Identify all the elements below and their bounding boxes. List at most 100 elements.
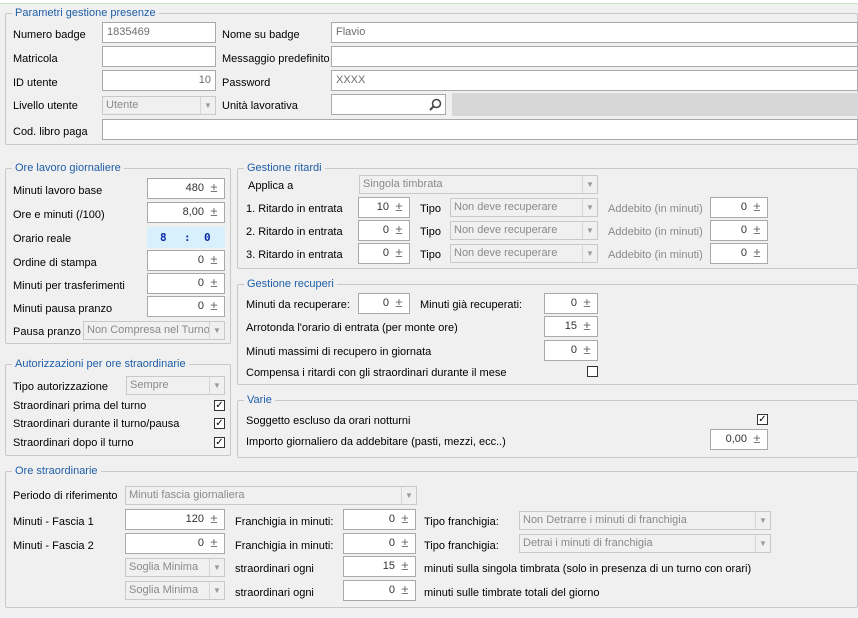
tipo-franchigia1-select[interactable]: Non Detrarre i minuti di franchigia ▼: [519, 511, 771, 530]
tipo-franchigia2-value: Detrai i minuti di franchigia: [523, 537, 653, 549]
spin-icon[interactable]: ±: [207, 252, 221, 269]
nome-badge-input[interactable]: Flavio: [331, 22, 858, 43]
livello-utente-select[interactable]: Utente ▼: [102, 96, 216, 115]
trasferimenti-stepper[interactable]: 0 ±: [147, 273, 225, 294]
ritardo-1-tipo-value: Non deve recuperare: [454, 201, 558, 213]
livello-utente-label: Livello utente: [13, 100, 78, 112]
ritardo-3-tipo-select[interactable]: Non deve recuperare ▼: [450, 244, 598, 263]
spin-icon[interactable]: ±: [207, 204, 221, 221]
ritardo-2-tipo-value: Non deve recuperare: [454, 224, 558, 236]
recuperati-value: 0: [570, 297, 577, 309]
arrotonda-value: 15: [564, 320, 577, 332]
group-title: Ore straordinarie: [12, 464, 101, 478]
ritardo-2-addebito-stepper[interactable]: 0 ±: [710, 220, 768, 241]
compensa-label: Compensa i ritardi con gli straordinari …: [246, 367, 507, 379]
spin-icon[interactable]: ±: [392, 222, 406, 239]
ritardo-1-tipo-select[interactable]: Non deve recuperare ▼: [450, 198, 598, 217]
importo-stepper[interactable]: 0,00 ±: [710, 429, 768, 450]
spin-icon[interactable]: ±: [750, 199, 764, 216]
spin-icon[interactable]: ±: [207, 535, 221, 552]
ritardo-2-tipo-select[interactable]: Non deve recuperare ▼: [450, 221, 598, 240]
ogni2-stepper[interactable]: 0 ±: [343, 580, 416, 601]
matricola-input[interactable]: [102, 46, 216, 67]
straord-dopo-checkbox[interactable]: ✓: [214, 437, 225, 448]
fascia2-stepper[interactable]: 0 ±: [125, 533, 225, 554]
spin-icon[interactable]: ±: [580, 295, 594, 312]
ritardo-3-label: 3. Ritardo in entrata: [246, 249, 343, 261]
franchigia2-stepper[interactable]: 0 ±: [343, 533, 416, 554]
franchigia1-stepper[interactable]: 0 ±: [343, 509, 416, 530]
spin-icon[interactable]: ±: [580, 318, 594, 335]
periodo-select[interactable]: Minuti fascia giornaliera ▼: [125, 486, 417, 505]
ogni1-stepper[interactable]: 15 ±: [343, 556, 416, 577]
group-title: Autorizzazioni per ore straordinarie: [12, 357, 189, 371]
arrotonda-stepper[interactable]: 15 ±: [544, 316, 598, 337]
ritardo-3-stepper[interactable]: 0 ±: [358, 243, 410, 264]
periodo-value: Minuti fascia giornaliera: [129, 489, 245, 501]
ritardo-2-stepper[interactable]: 0 ±: [358, 220, 410, 241]
spin-icon[interactable]: ±: [750, 222, 764, 239]
ritardo-2-addebito-value: 0: [740, 224, 747, 236]
numero-badge-input[interactable]: 1835469: [102, 22, 216, 43]
cod-libro-input[interactable]: [102, 119, 858, 140]
spin-icon[interactable]: ±: [398, 558, 412, 575]
spin-icon[interactable]: ±: [398, 582, 412, 599]
soggetto-checkbox[interactable]: ✓: [757, 414, 768, 425]
group-title: Gestione recuperi: [244, 277, 337, 291]
orario-reale-label: Orario reale: [13, 233, 72, 245]
spin-icon[interactable]: ±: [207, 275, 221, 292]
compensa-checkbox[interactable]: [587, 366, 598, 377]
massimi-stepper[interactable]: 0 ±: [544, 340, 598, 361]
numero-badge-label: Numero badge: [13, 29, 86, 41]
spin-icon[interactable]: ±: [207, 180, 221, 197]
spin-icon[interactable]: ±: [207, 298, 221, 315]
da-recuperare-stepper[interactable]: 0 ±: [358, 293, 410, 314]
minuti-base-stepper[interactable]: 480 ±: [147, 178, 225, 199]
chevron-down-icon: ▼: [755, 535, 770, 552]
applica-select[interactable]: Singola timbrata ▼: [359, 175, 598, 194]
spin-icon[interactable]: ±: [392, 245, 406, 262]
straord-prima-checkbox[interactable]: ✓: [214, 400, 225, 411]
straord-durante-checkbox[interactable]: ✓: [214, 418, 225, 429]
messaggio-input[interactable]: [331, 46, 858, 67]
ore-minuti-stepper[interactable]: 8,00 ±: [147, 202, 225, 223]
soglia1-select[interactable]: Soglia Minima ▼: [125, 558, 225, 577]
tipo-franchigia2-label: Tipo franchigia:: [424, 540, 499, 552]
ordine-stepper[interactable]: 0 ±: [147, 250, 225, 271]
password-label: Password: [222, 77, 271, 89]
tipo-autorizzazione-select[interactable]: Sempre ▼: [126, 376, 225, 395]
applica-value: Singola timbrata: [363, 178, 443, 190]
pausa-min-stepper[interactable]: 0 ±: [147, 296, 225, 317]
search-icon[interactable]: [429, 98, 442, 111]
recuperati-stepper[interactable]: 0 ±: [544, 293, 598, 314]
spin-icon[interactable]: ±: [392, 295, 406, 312]
id-utente-input[interactable]: 10: [102, 70, 216, 91]
massimi-value: 0: [570, 344, 577, 356]
nome-badge-label: Nome su badge: [222, 29, 300, 41]
window-top-border: [0, 0, 858, 4]
spin-icon[interactable]: ±: [750, 431, 764, 448]
soglia2-select[interactable]: Soglia Minima ▼: [125, 581, 225, 600]
spin-icon[interactable]: ±: [398, 535, 412, 552]
massimi-label: Minuti massimi di recupero in giornata: [246, 346, 432, 358]
tipo-franchigia2-select[interactable]: Detrai i minuti di franchigia ▼: [519, 534, 771, 553]
password-input[interactable]: XXXX: [331, 70, 858, 91]
ritardo-1-stepper[interactable]: 10 ±: [358, 197, 410, 218]
pausa-pranzo-select[interactable]: Non Compresa nel Turno ▼: [83, 321, 225, 340]
totali-label: minuti sulle timbrate totali del giorno: [424, 587, 600, 599]
ritardo-3-value: 0: [382, 247, 389, 259]
applica-label: Applica a: [248, 180, 294, 192]
spin-icon[interactable]: ±: [750, 245, 764, 262]
pausa-min-label: Minuti pausa pranzo: [13, 303, 113, 315]
ore-minuti-value: 8,00: [182, 206, 204, 218]
spin-icon[interactable]: ±: [580, 342, 594, 359]
ritardo-3-tipo-value: Non deve recuperare: [454, 247, 558, 259]
fascia1-stepper[interactable]: 120 ±: [125, 509, 225, 530]
chevron-down-icon: ▼: [209, 377, 224, 394]
spin-icon[interactable]: ±: [392, 199, 406, 216]
ritardo-3-addebito-stepper[interactable]: 0 ±: [710, 243, 768, 264]
ritardo-1-addebito-stepper[interactable]: 0 ±: [710, 197, 768, 218]
tipo-franchigia1-label: Tipo franchigia:: [424, 516, 499, 528]
spin-icon[interactable]: ±: [207, 511, 221, 528]
spin-icon[interactable]: ±: [398, 511, 412, 528]
